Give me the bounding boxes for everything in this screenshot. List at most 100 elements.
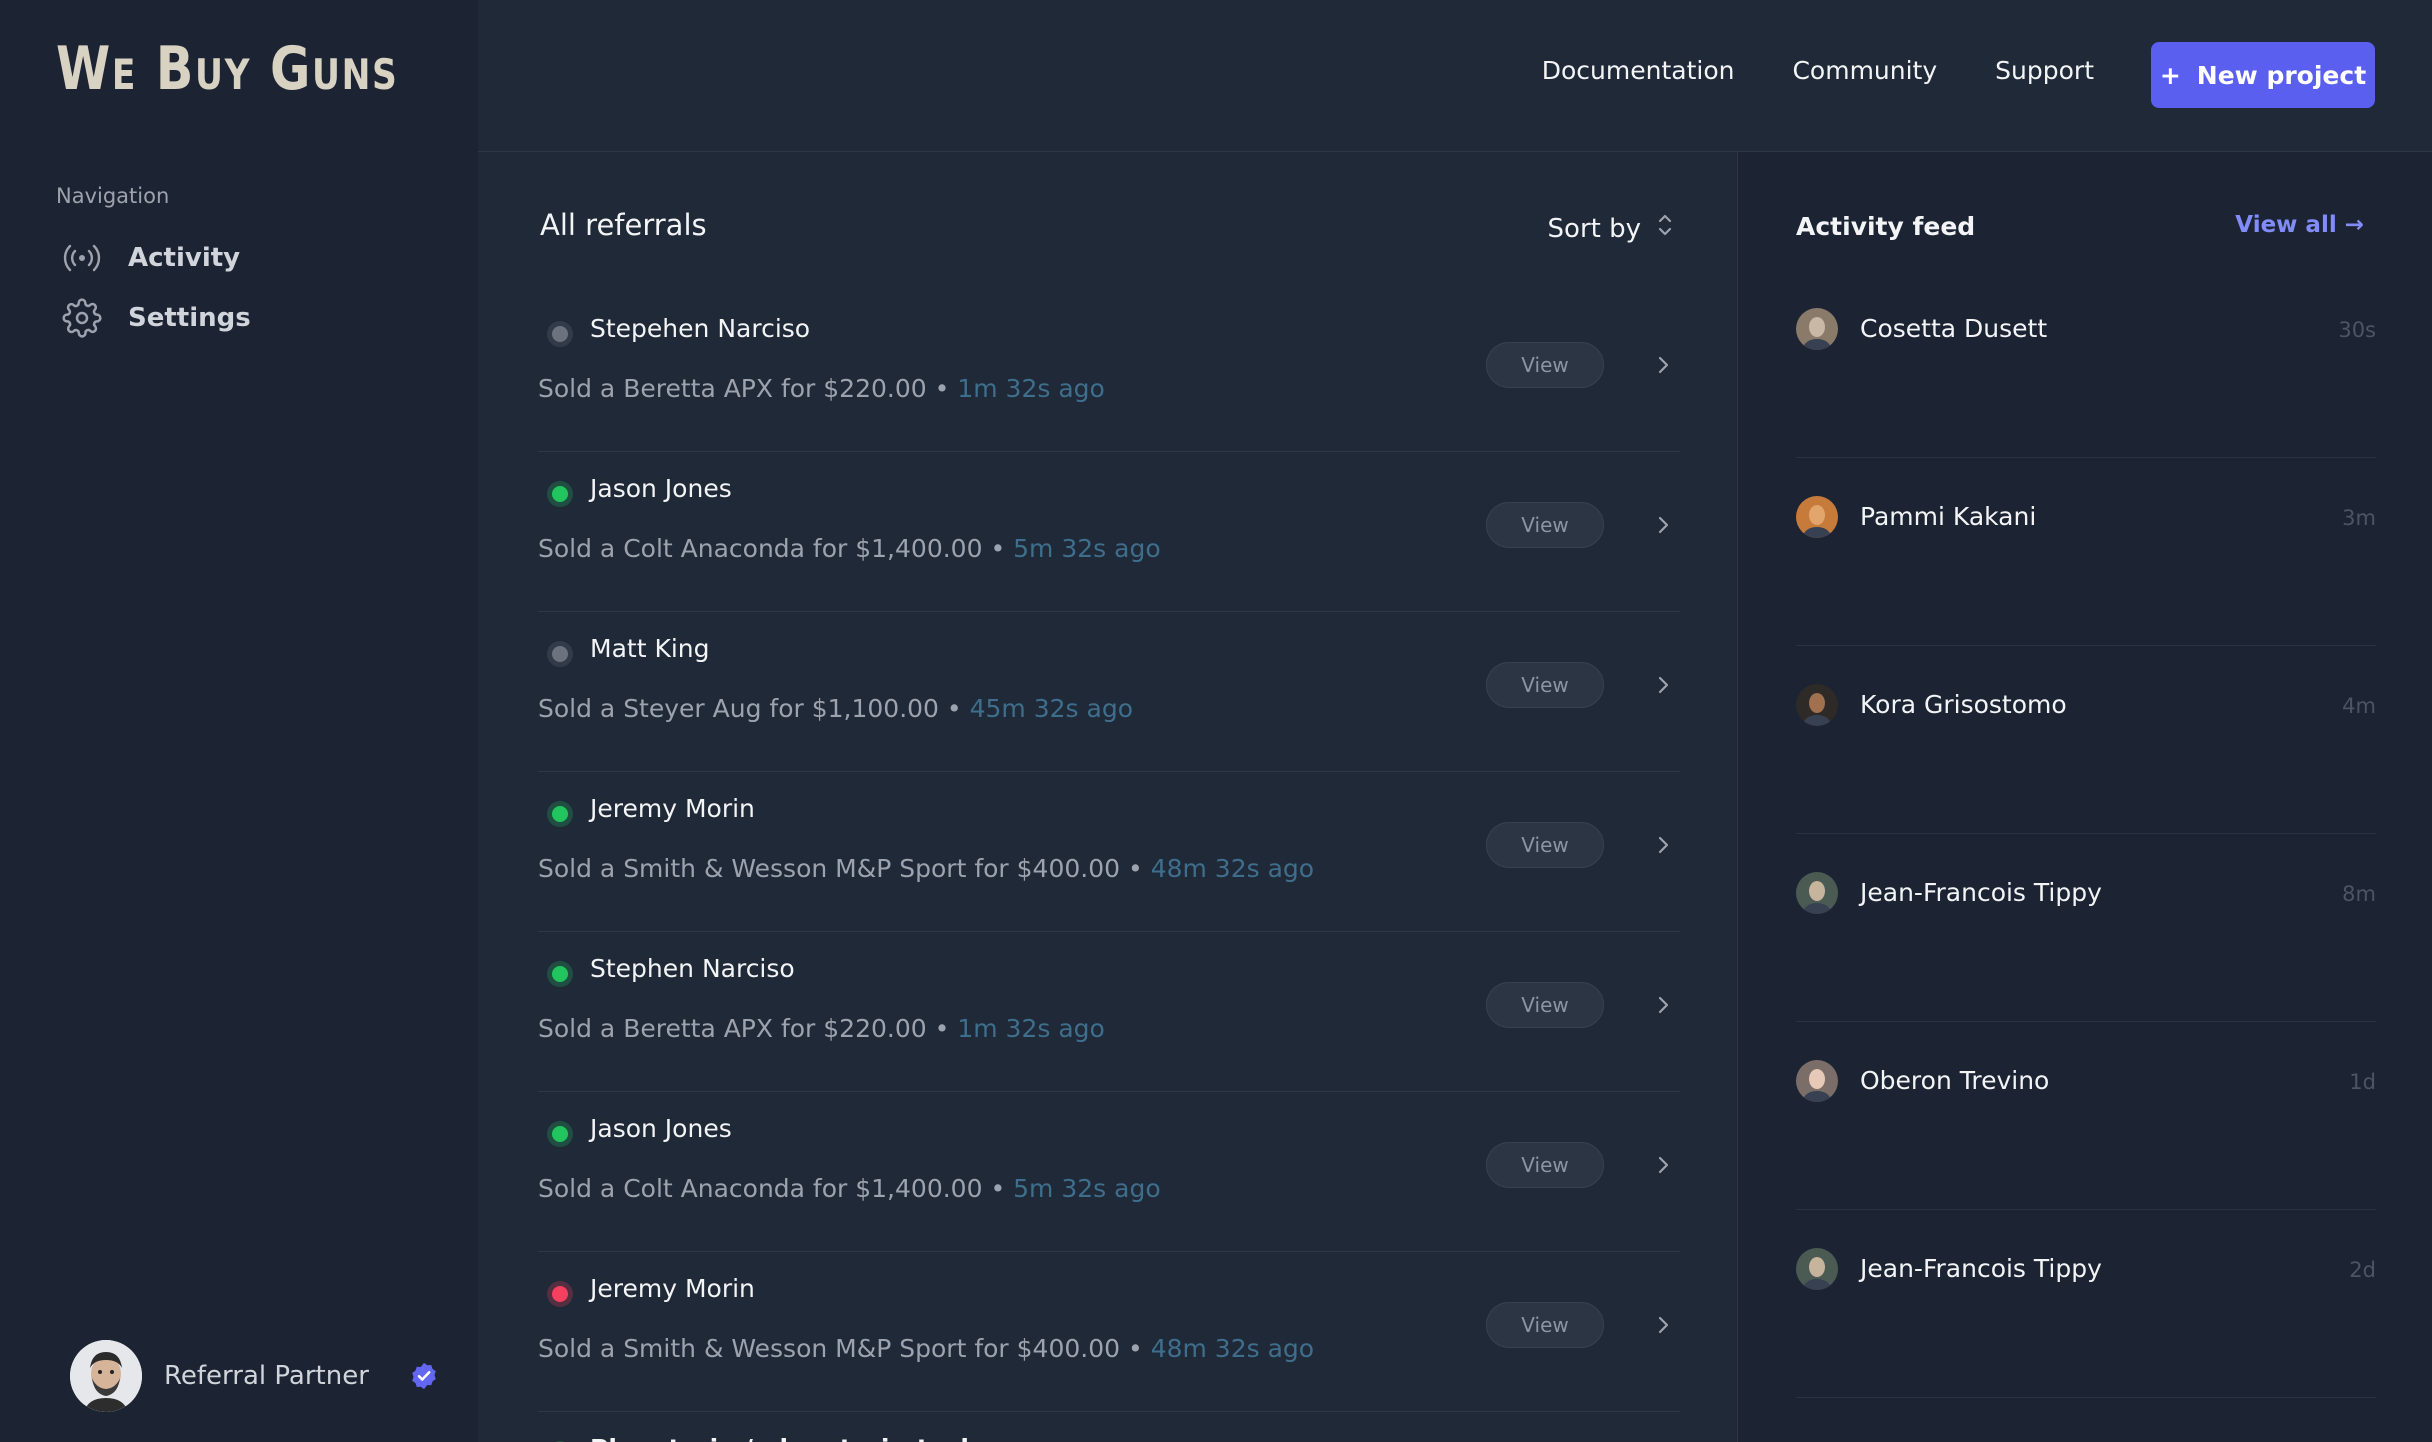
avatar [1796, 308, 1838, 350]
sort-by-button[interactable]: Sort by [1548, 210, 1675, 247]
view-all-link[interactable]: View all → [2235, 212, 2364, 238]
status-indicator [547, 1281, 573, 1307]
sale-text: Sold a Beretta APX for $220.00 [538, 1014, 927, 1043]
referral-name: Jeremy Morin [590, 794, 755, 823]
separator: • [990, 1174, 1006, 1203]
separator: • [946, 694, 962, 723]
feed-timestamp: 3m [2342, 506, 2376, 530]
feed-item[interactable]: Jean-Francois Tippy 2d [1796, 1210, 2376, 1398]
view-button[interactable]: View [1486, 822, 1604, 868]
avatar [1796, 1248, 1838, 1290]
sale-text: Sold a Colt Anaconda for $1,400.00 [538, 534, 983, 563]
sidebar-item-label: Settings [128, 303, 251, 333]
chevron-right-icon[interactable] [1650, 1312, 1676, 1338]
referral-name: Matt King [590, 634, 710, 663]
separator: • [934, 374, 950, 403]
chevron-right-icon[interactable] [1650, 672, 1676, 698]
separator: • [1127, 1334, 1143, 1363]
referral-name: Jason Jones [590, 1114, 732, 1143]
referral-list: Stepehen Narciso Sold a Beretta APX for … [538, 292, 1680, 1442]
feed-user-name: Oberon Trevino [1860, 1066, 2050, 1095]
feed-title: Activity feed [1796, 212, 1976, 241]
table-row[interactable]: Matt King Sold a Steyer Aug for $1,100.0… [538, 612, 1680, 772]
new-project-label: New project [2196, 60, 2367, 90]
view-button[interactable]: View [1486, 342, 1604, 388]
feed-timestamp: 30s [2338, 318, 2376, 342]
community-link[interactable]: Community [1792, 56, 1937, 85]
avatar [70, 1340, 142, 1412]
sale-text: Sold a Smith & Wesson M&P Sport for $400… [538, 854, 1121, 883]
avatar [1796, 1060, 1838, 1102]
sidebar-item-activity[interactable]: Activity [60, 232, 240, 284]
top-nav: Documentation Community Support [1542, 56, 2094, 85]
referral-description: Sold a Steyer Aug for $1,100.00 • 45m 32… [538, 694, 1133, 723]
table-row[interactable]: Jeremy Morin Sold a Smith & Wesson M&P S… [538, 772, 1680, 932]
status-indicator [547, 321, 573, 347]
gear-icon [60, 296, 104, 340]
sidebar-item-settings[interactable]: Settings [60, 292, 251, 344]
chevron-right-icon[interactable] [1650, 832, 1676, 858]
feed-item[interactable]: Jean-Francois Tippy 8m [1796, 834, 2376, 1022]
chevron-right-icon[interactable] [1650, 352, 1676, 378]
timestamp: 5m 32s ago [1013, 534, 1161, 563]
nav-heading: Navigation [56, 184, 170, 208]
view-button[interactable]: View [1486, 1302, 1604, 1348]
chevron-right-icon[interactable] [1650, 1152, 1676, 1178]
timestamp: 45m 32s ago [969, 694, 1134, 723]
sidebar: We Buy Guns Navigation Activity Settings [0, 0, 478, 1442]
view-button[interactable]: View [1486, 502, 1604, 548]
feed-item[interactable]: Pammi Kakani 3m [1796, 458, 2376, 646]
referral-name: Stepehen Narciso [590, 314, 811, 343]
timestamp: 48m 32s ago [1150, 854, 1315, 883]
timestamp: 5m 32s ago [1013, 1174, 1161, 1203]
page-title: All referrals [540, 208, 707, 242]
brand-logo[interactable]: We Buy Guns [56, 36, 398, 102]
view-button[interactable]: View [1486, 982, 1604, 1028]
table-row[interactable]: Planetaria / planetaria-tech [538, 1412, 1680, 1442]
referral-description: Sold a Beretta APX for $220.00 • 1m 32s … [538, 374, 1105, 403]
feed-item[interactable]: Cosetta Dusett 30s [1796, 270, 2376, 458]
table-row[interactable]: Jason Jones Sold a Colt Anaconda for $1,… [538, 452, 1680, 612]
referral-name: Stephen Narciso [590, 954, 795, 983]
referral-name: Jeremy Morin [590, 1274, 755, 1303]
status-indicator [547, 961, 573, 987]
sidebar-item-label: Activity [128, 243, 241, 273]
referral-description: Sold a Colt Anaconda for $1,400.00 • 5m … [538, 1174, 1161, 1203]
table-row[interactable]: Jason Jones Sold a Colt Anaconda for $1,… [538, 1092, 1680, 1252]
avatar [1796, 872, 1838, 914]
referral-description: Sold a Beretta APX for $220.00 • 1m 32s … [538, 1014, 1105, 1043]
feed-timestamp: 2d [2349, 1258, 2376, 1282]
referral-name: Planetaria / planetaria-tech [590, 1434, 978, 1442]
user-profile[interactable]: Referral Partner [70, 1340, 439, 1412]
sort-arrows-icon [1655, 210, 1675, 247]
sale-text: Sold a Smith & Wesson M&P Sport for $400… [538, 1334, 1121, 1363]
sale-text: Sold a Colt Anaconda for $1,400.00 [538, 1174, 983, 1203]
feed-item[interactable]: Oberon Trevino 1d [1796, 1022, 2376, 1210]
chevron-right-icon[interactable] [1650, 992, 1676, 1018]
chevron-right-icon[interactable] [1650, 512, 1676, 538]
verified-badge-icon [409, 1361, 439, 1391]
documentation-link[interactable]: Documentation [1542, 56, 1735, 85]
timestamp: 1m 32s ago [957, 374, 1105, 403]
table-row[interactable]: Stephen Narciso Sold a Beretta APX for $… [538, 932, 1680, 1092]
timestamp: 1m 32s ago [957, 1014, 1105, 1043]
timestamp: 48m 32s ago [1150, 1334, 1315, 1363]
avatar [1796, 684, 1838, 726]
feed-user-name: Jean-Francois Tippy [1860, 878, 2102, 907]
broadcast-icon [60, 236, 104, 280]
new-project-button[interactable]: + New project [2151, 42, 2375, 108]
feed-timestamp: 4m [2342, 694, 2376, 718]
sort-by-label: Sort by [1547, 213, 1641, 244]
sale-text: Sold a Beretta APX for $220.00 [538, 374, 927, 403]
referrals-panel: All referrals Sort by Stepehen Narciso S… [478, 152, 1738, 1442]
support-link[interactable]: Support [1995, 56, 2094, 85]
feed-timestamp: 8m [2342, 882, 2376, 906]
view-button[interactable]: View [1486, 662, 1604, 708]
referral-description: Sold a Colt Anaconda for $1,400.00 • 5m … [538, 534, 1161, 563]
feed-item[interactable]: Kora Grisostomo 4m [1796, 646, 2376, 834]
status-indicator [547, 641, 573, 667]
feed-list: Cosetta Dusett 30s Pammi Kakani 3m Kora … [1796, 270, 2376, 1398]
view-button[interactable]: View [1486, 1142, 1604, 1188]
table-row[interactable]: Stepehen Narciso Sold a Beretta APX for … [538, 292, 1680, 452]
table-row[interactable]: Jeremy Morin Sold a Smith & Wesson M&P S… [538, 1252, 1680, 1412]
